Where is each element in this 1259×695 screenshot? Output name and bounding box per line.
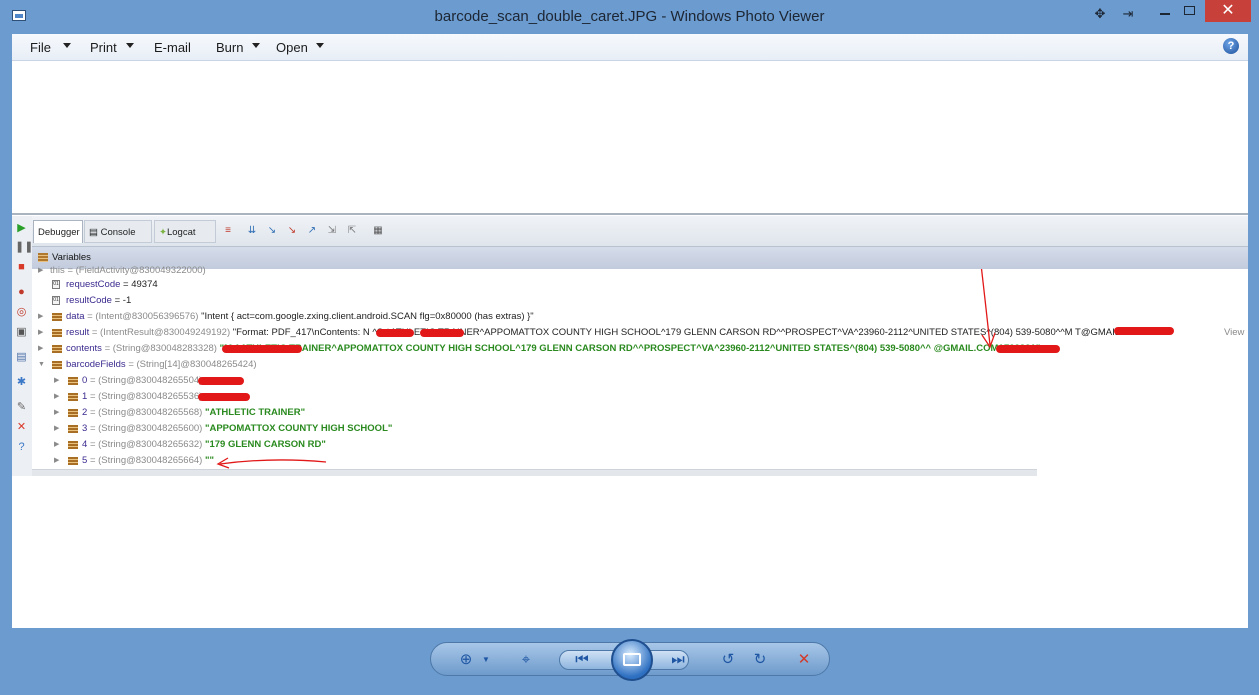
rotate-counterclockwise-icon[interactable]: ↺ — [719, 651, 737, 669]
menu-open[interactable]: Open — [276, 40, 308, 55]
resume-icon: ▶ — [17, 222, 26, 234]
restore-button[interactable] — [1184, 6, 1195, 15]
force-step-into-icon: ↘ — [287, 225, 297, 236]
menu-burn[interactable]: Burn — [216, 40, 243, 55]
zoom-icon[interactable]: ⊕ — [457, 651, 475, 669]
pause-icon: ❚❚ — [15, 241, 34, 253]
photo-blank-area-bottom — [12, 476, 1248, 628]
close-button[interactable]: ✕ — [1205, 0, 1251, 22]
help-icon: ? — [18, 441, 25, 453]
show-execution-point-icon: ≡ — [225, 225, 231, 236]
previous-button[interactable]: ⏮ — [573, 651, 591, 669]
variables-icon — [38, 253, 48, 262]
pin-icon: ✎ — [16, 401, 27, 413]
variables-tree: ▶ this = (FieldActivity@830049322000) 01… — [32, 265, 1248, 469]
slideshow-button[interactable] — [611, 639, 653, 681]
chevron-down-icon[interactable] — [316, 43, 324, 48]
menu-file[interactable]: File — [30, 40, 51, 55]
close-icon: ✕ — [16, 421, 27, 433]
camera-icon: ▣ — [16, 326, 27, 338]
mute-breakpoints-icon: ◎ — [16, 306, 27, 318]
debug-left-toolbar: ▶ ❚❚ ■ ● ◎ ▣ ▤ ✱ ✎ ✕ ? — [12, 216, 34, 476]
evaluate-icon: ▦ — [373, 225, 383, 236]
step-into-icon: ↘ — [267, 225, 277, 236]
menu-email[interactable]: E-mail — [154, 40, 191, 55]
tab-logcat-label: Logcat — [166, 227, 196, 238]
next-button[interactable]: ⏭ — [669, 651, 687, 669]
stop-icon: ■ — [18, 261, 25, 273]
step-over-icon: ⇊ — [247, 225, 257, 236]
photo-blank-area — [12, 61, 1248, 213]
minimize-button[interactable] — [1150, 0, 1180, 22]
image-canvas: ▶ ❚❚ ■ ● ◎ ▣ ▤ ✱ ✎ ✕ ? Debugger ▤ Consol… — [12, 61, 1248, 628]
chevron-down-icon[interactable]: ▼ — [477, 651, 495, 669]
move-icon[interactable]: ✥ — [1092, 6, 1108, 22]
tab-debugger: Debugger — [33, 220, 83, 243]
tab-console: ▤ Console →° — [84, 220, 152, 261]
delete-icon[interactable]: ✕ — [795, 651, 813, 669]
photo-divider — [12, 213, 1248, 215]
tab-logcat: ✦Logcat →° — [154, 220, 216, 261]
android-icon: ✦ — [159, 227, 167, 238]
annotation-arrows — [216, 269, 996, 469]
run-to-cursor-icon: ⇱ — [347, 225, 357, 236]
chevron-down-icon[interactable] — [126, 43, 134, 48]
layout-icon: ▤ — [16, 351, 27, 363]
settings-icon: ✱ — [16, 376, 27, 388]
menu-print[interactable]: Print — [90, 40, 117, 55]
debugger-tab-bar: Debugger ▤ Console →° ✦Logcat →° ≡ ⇊ ↘ ↘… — [32, 216, 1248, 261]
chevron-down-icon[interactable] — [252, 43, 260, 48]
step-out-icon: ↗ — [307, 225, 317, 236]
help-icon[interactable]: ? — [1223, 38, 1239, 54]
drop-frame-icon: ⇲ — [327, 225, 337, 236]
chevron-down-icon[interactable] — [63, 43, 71, 48]
arrow-annotation-field5 — [219, 459, 327, 465]
breakpoints-icon: ● — [18, 286, 25, 298]
console-icon: ▤ — [89, 227, 101, 238]
photo-navigation-bar: ⊕ ▼ ⌖ ⏮ ⏭ ↺ ↻ ✕ — [430, 639, 830, 681]
rotate-clockwise-icon[interactable]: ↻ — [751, 651, 769, 669]
horizontal-scrollbar — [32, 469, 1037, 476]
menu-bar: File Print E-mail Burn Open ? — [12, 34, 1248, 61]
actual-size-icon[interactable]: ⌖ — [517, 651, 535, 669]
arrow-annotation-contents — [980, 269, 991, 346]
variables-title: Variables — [52, 252, 91, 263]
window-title: barcode_scan_double_caret.JPG - Windows … — [434, 8, 825, 25]
snap-icon[interactable]: ⇥ — [1120, 6, 1136, 22]
title-bar: barcode_scan_double_caret.JPG - Windows … — [0, 0, 1259, 34]
tab-console-label: Console — [100, 227, 136, 238]
